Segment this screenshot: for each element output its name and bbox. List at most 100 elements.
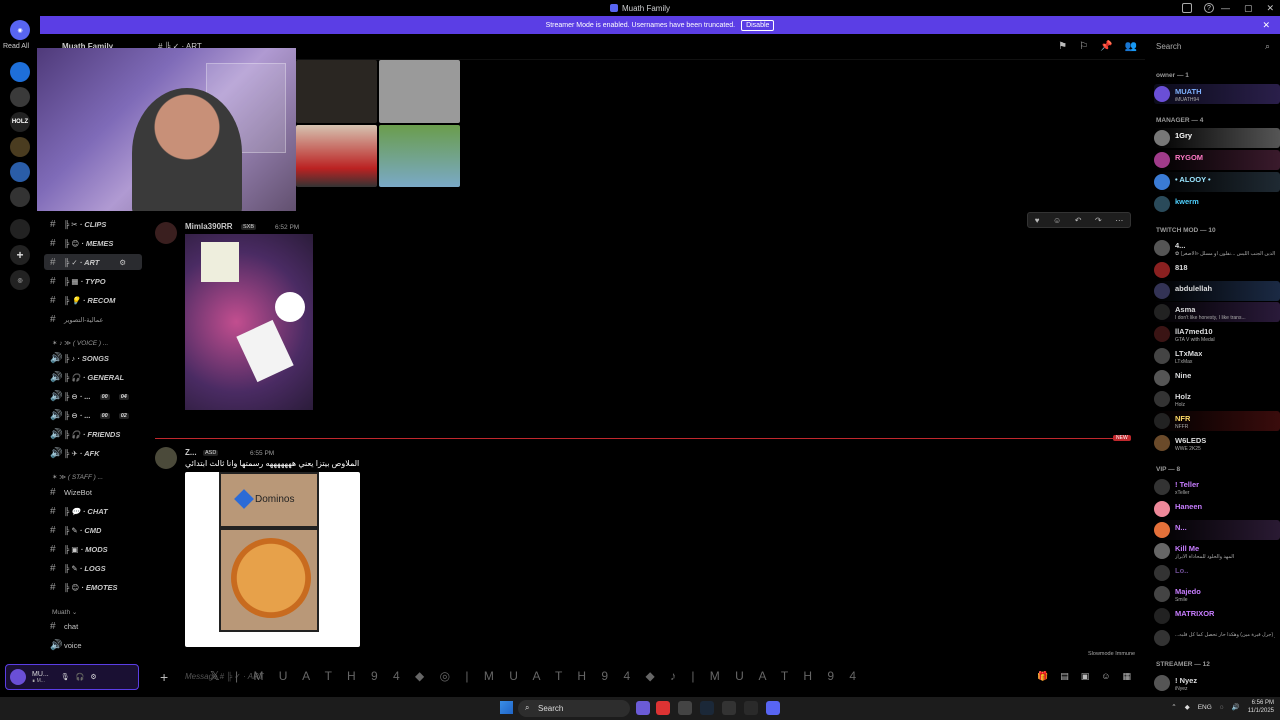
steam-icon[interactable]	[700, 701, 714, 715]
member-item[interactable]: Lo..	[1154, 563, 1280, 583]
tray-chevron-icon[interactable]: ⌃	[1171, 703, 1176, 711]
server-icon-2[interactable]	[10, 87, 30, 107]
pizza-drawing-attachment[interactable]: Dominos	[185, 472, 360, 647]
language-indicator[interactable]: ENG	[1198, 704, 1212, 711]
member-item[interactable]: Haneen	[1154, 499, 1280, 519]
inbox-icon[interactable]	[1182, 3, 1192, 13]
channel-voice[interactable]: 🔊 voice	[50, 640, 82, 651]
avatar[interactable]	[155, 447, 177, 469]
member-item[interactable]: 1Gry	[1154, 128, 1280, 148]
gif-icon[interactable]: ▤	[1060, 671, 1069, 682]
member-item[interactable]: kwerm	[1154, 194, 1280, 214]
voice-category[interactable]: ✶ ♪ ≫ ( VOICE ) ...	[52, 339, 108, 347]
taskbar-search[interactable]: ⌕ Search	[518, 700, 630, 717]
channel-emotes[interactable]: # ╠ 😊 · EMOTES	[50, 582, 118, 593]
discord-taskbar-icon[interactable]	[766, 701, 780, 715]
clock[interactable]: 6:56 PM 11/1/2025	[1248, 699, 1274, 715]
add-server-icon[interactable]: +	[10, 245, 30, 265]
message-composer[interactable]: + Message # ╠ ✓ · ART 𝕏 | M U A T H 9 4 …	[150, 665, 1145, 689]
sticker-icon[interactable]: ▣	[1081, 671, 1090, 682]
member-item[interactable]: Asma I don't like honesty, I like trans..…	[1154, 302, 1280, 322]
voice-songs[interactable]: 🔊 ╠ ♪ · SONGS	[50, 353, 109, 364]
pin-icon[interactable]: 📌	[1100, 41, 1112, 52]
gift-icon[interactable]: 🎁	[1037, 671, 1048, 682]
voice-afk[interactable]: 🔊 ╠ ✈ · AFK	[50, 448, 99, 459]
message-username[interactable]: Mimla390RR	[185, 222, 233, 231]
message-username[interactable]: Z...	[185, 448, 197, 457]
art-image-4[interactable]	[379, 124, 460, 187]
server-icon-holz[interactable]: HOLZ	[10, 112, 30, 132]
search-input[interactable]: Search ⌕	[1150, 38, 1276, 56]
discover-icon[interactable]: ◎	[10, 270, 30, 290]
react-heart-icon[interactable]: ♥	[1035, 216, 1040, 225]
muath-category[interactable]: Muath ⌄	[52, 608, 77, 616]
headphones-icon[interactable]: 🎧	[76, 673, 85, 681]
avatar[interactable]	[10, 669, 26, 685]
taskbar-app-icon[interactable]	[678, 701, 692, 715]
server-icon-4[interactable]	[10, 162, 30, 182]
member-item[interactable]: LTxMax LTxMax	[1154, 346, 1280, 366]
member-item[interactable]: Kill Me المهد والحلود للمحاذاة الأبراز	[1154, 541, 1280, 561]
taskbar-app-icon[interactable]	[636, 701, 650, 715]
react-icon[interactable]: ☺	[1053, 216, 1061, 225]
notifications-icon[interactable]: ⚐	[1079, 41, 1088, 52]
member-item[interactable]: NFR NFFR	[1154, 411, 1280, 431]
channel-typo[interactable]: # ╠ ▦ · TYPO	[50, 276, 106, 287]
member-item[interactable]: MUATH iMUATH94	[1154, 84, 1280, 104]
channel-clips[interactable]: # ╠ ✂ · CLIPS	[50, 219, 106, 230]
staff-category[interactable]: ✶ ≫ ( STAFF ) ...	[52, 473, 103, 481]
voice-general[interactable]: 🔊 ╠ 🎧 · GENERAL	[50, 372, 124, 383]
channel-recom[interactable]: # ╠ 💡 · RECOM	[50, 295, 115, 306]
read-all-link[interactable]: Read All	[3, 43, 29, 50]
more-icon[interactable]: ⋯	[1115, 216, 1123, 225]
member-item[interactable]: abdulellah	[1154, 281, 1280, 301]
close-window-button[interactable]: ✕	[1266, 3, 1274, 14]
art-image-3[interactable]	[296, 124, 377, 187]
channel-memes[interactable]: # ╠ 😊 · MEMES	[50, 238, 113, 249]
member-item[interactable]: N...	[1154, 520, 1280, 540]
member-item[interactable]: Majedo Smile	[1154, 584, 1280, 604]
channel-logs[interactable]: # ╠ ✎ · LOGS	[50, 563, 106, 574]
volume-icon[interactable]: 🔊	[1232, 703, 1240, 711]
taskbar-app-icon[interactable]	[744, 701, 758, 715]
start-menu-icon[interactable]	[500, 701, 513, 714]
disable-streamer-mode-button[interactable]: Disable	[741, 19, 775, 31]
threads-icon[interactable]: ⚑	[1058, 41, 1067, 52]
member-item[interactable]: Holz Holz	[1154, 389, 1280, 409]
server-icon-1[interactable]	[10, 62, 30, 82]
member-item[interactable]: ! Nyez iNyez	[1154, 673, 1280, 693]
attach-plus-icon[interactable]: +	[160, 669, 168, 685]
discord-home-icon[interactable]: ◉	[10, 20, 30, 40]
member-item[interactable]: Nine	[1154, 368, 1280, 388]
user-panel[interactable]: MU... ∎ M... 🎙 🎧 ⚙	[5, 664, 139, 690]
channel-art[interactable]: # ╠ ✓ · ART ⚙	[44, 254, 142, 270]
server-folder-icon[interactable]	[10, 187, 30, 207]
channel-chat[interactable]: # chat	[50, 621, 78, 632]
maximize-button[interactable]: ▢	[1244, 3, 1253, 14]
channel-mods[interactable]: # ╠ ▣ · MODS	[50, 544, 108, 555]
art-image-2[interactable]	[379, 60, 460, 123]
server-icon-5[interactable]	[10, 219, 30, 239]
member-item[interactable]: ...يل لك و (جرل فيرة مين) وهكذا حار تحصل…	[1154, 628, 1280, 648]
user-settings-icon[interactable]: ⚙	[90, 673, 96, 681]
tray-app-icon[interactable]: ◆	[1185, 703, 1190, 711]
taskbar-app-icon[interactable]	[722, 701, 736, 715]
forward-icon[interactable]: ↷	[1095, 216, 1102, 225]
emoji-icon[interactable]: ☺	[1101, 671, 1110, 682]
member-item[interactable]: • ALOOY •	[1154, 172, 1280, 192]
member-item[interactable]: MATRIXOR	[1154, 606, 1280, 626]
mic-icon[interactable]: 🎙	[61, 673, 70, 681]
avatar[interactable]	[155, 222, 177, 244]
member-item[interactable]: 818	[1154, 260, 1280, 280]
wifi-icon[interactable]: ◌	[1220, 704, 1224, 711]
brave-icon[interactable]	[656, 701, 670, 715]
channel-chat-staff[interactable]: # ╠ 💬 · CHAT	[50, 506, 108, 517]
channel-cmd[interactable]: # ╠ ✎ · CMD	[50, 525, 101, 536]
voice-locked-1[interactable]: 🔊 ╠ ⊖ · ... 00 04	[50, 391, 129, 402]
channel-wizebot[interactable]: # WizeBot	[50, 487, 92, 498]
member-list-icon[interactable]: 👥	[1125, 41, 1137, 52]
banner-close-icon[interactable]: ✕	[1262, 20, 1270, 31]
member-item[interactable]: ! Teller xTeller	[1154, 477, 1280, 497]
member-item[interactable]: llA7med10 GTA V with Medal	[1154, 324, 1280, 344]
apps-icon[interactable]: ▦	[1122, 671, 1131, 682]
